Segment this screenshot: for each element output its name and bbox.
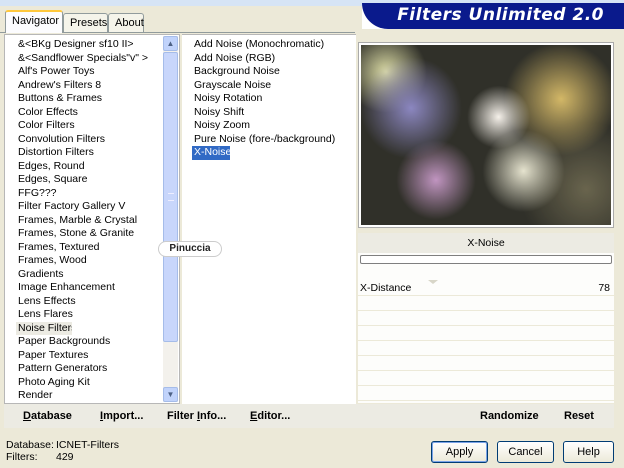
help-button[interactable]: Help — [563, 441, 614, 463]
database-value: ICNET-Filters — [56, 439, 119, 451]
tab-navigator[interactable]: Navigator — [5, 10, 63, 33]
scroll-down-button[interactable]: ▼ — [163, 387, 178, 402]
category-item[interactable]: Gradients — [16, 268, 164, 282]
database-key: Database: — [6, 439, 54, 451]
category-list-panel: &<BKg Designer sf10 II> &<Sandflower Spec… — [4, 34, 180, 404]
category-item[interactable]: Frames, Marble & Crystal — [16, 214, 164, 228]
filters-key: Filters: — [6, 451, 38, 463]
category-item[interactable]: &<Sandflower Specials"v" > — [16, 52, 164, 66]
category-item[interactable]: Paper Textures — [16, 349, 164, 363]
scroll-thumb[interactable] — [163, 52, 178, 342]
tab-presets[interactable]: Presets — [63, 13, 108, 32]
empty-param-row — [358, 356, 614, 371]
editor-button[interactable]: Editor... — [250, 410, 290, 422]
category-item[interactable]: Pattern Generators — [16, 362, 164, 376]
bottom-toolbar: Database Import... Filter Info... Editor… — [4, 404, 614, 428]
empty-param-row — [358, 326, 614, 341]
x-distance-label: X-Distance — [360, 282, 412, 294]
filter-info-button[interactable]: Filter Info... — [167, 410, 226, 422]
empty-param-row — [358, 296, 614, 311]
thumb-grip — [168, 193, 174, 201]
category-item[interactable]: FFG??? — [16, 187, 164, 201]
category-item[interactable]: Edges, Round — [16, 160, 164, 174]
category-item[interactable]: &<BKg Designer sf10 II> — [16, 38, 164, 52]
category-item[interactable]: Paper Backgrounds — [16, 335, 164, 349]
filter-item[interactable]: Add Noise (Monochromatic) — [192, 38, 352, 52]
empty-param-row — [358, 386, 614, 401]
category-item[interactable]: Buttons & Frames — [16, 92, 164, 106]
filter-item[interactable]: Add Noise (RGB) — [192, 52, 352, 66]
watermark-label: Pinuccia — [158, 241, 222, 257]
scroll-up-button[interactable]: ▲ — [163, 36, 178, 51]
preview-image[interactable] — [361, 45, 611, 225]
parameter-panel: X-Noise X-Distance 78 — [358, 233, 614, 403]
cancel-button[interactable]: Cancel — [497, 441, 554, 463]
empty-param-row — [358, 371, 614, 386]
tab-about[interactable]: About — [108, 13, 144, 32]
banner: Filters Unlimited 2.0 — [362, 3, 624, 29]
randomize-button[interactable]: Randomize — [480, 410, 539, 422]
reset-button[interactable]: Reset — [564, 410, 594, 422]
category-item[interactable]: Lens Effects — [16, 295, 164, 309]
filter-item[interactable]: Grayscale Noise — [192, 79, 352, 93]
empty-param-row — [358, 311, 614, 326]
x-distance-slider[interactable]: X-Distance 78 — [358, 280, 614, 296]
filter-item[interactable]: Noisy Zoom — [192, 119, 352, 133]
database-info: Database: ICNET-Filters Filters: 429 — [6, 439, 119, 463]
empty-param-row — [358, 341, 614, 356]
category-item[interactable]: Alf's Power Toys — [16, 65, 164, 79]
preview-frame — [358, 42, 614, 228]
x-distance-value: 78 — [598, 282, 610, 294]
category-item[interactable]: Andrew's Filters 8 — [16, 79, 164, 93]
filter-item[interactable]: X-Noise — [192, 146, 231, 160]
category-item[interactable]: Noise Filters — [16, 321, 72, 335]
filter-item[interactable]: Background Noise — [192, 65, 352, 79]
category-item[interactable]: Color Filters — [16, 119, 164, 133]
filters-count: 429 — [56, 451, 74, 463]
category-item[interactable]: Frames, Textured — [16, 241, 164, 255]
database-button[interactable]: Database — [23, 410, 72, 422]
filter-item[interactable]: Noisy Rotation — [192, 92, 352, 106]
category-item[interactable]: Distortion Filters — [16, 146, 164, 160]
apply-button[interactable]: Apply — [431, 441, 488, 463]
category-item[interactable]: Edges, Square — [16, 173, 164, 187]
filter-list-panel: Add Noise (Monochromatic) Add Noise (RGB)… — [182, 34, 356, 404]
category-list[interactable]: &<BKg Designer sf10 II> &<Sandflower Spec… — [16, 38, 164, 403]
category-item[interactable]: Image Enhancement — [16, 281, 164, 295]
control-bar — [360, 255, 612, 264]
filter-item[interactable]: Pure Noise (fore-/background) — [192, 133, 352, 147]
filter-item[interactable]: Noisy Shift — [192, 106, 352, 120]
category-item[interactable]: Lens Flares — [16, 308, 164, 322]
filter-list[interactable]: Add Noise (Monochromatic) Add Noise (RGB)… — [192, 38, 352, 160]
category-item[interactable]: Frames, Wood — [16, 254, 164, 268]
category-item[interactable]: Color Effects — [16, 106, 164, 120]
banner-title: Filters Unlimited 2.0 — [397, 5, 604, 25]
category-item[interactable]: Filter Factory Gallery V — [16, 200, 164, 214]
slider-marker — [428, 280, 438, 284]
filter-name-header: X-Noise — [358, 233, 614, 253]
category-item[interactable]: Render — [16, 389, 164, 403]
category-scrollbar[interactable]: ▲ ▼ — [163, 36, 178, 402]
category-item[interactable]: Photo Aging Kit — [16, 376, 164, 390]
import-button[interactable]: Import... — [100, 410, 143, 422]
category-item[interactable]: Frames, Stone & Granite — [16, 227, 164, 241]
category-item[interactable]: Convolution Filters — [16, 133, 164, 147]
